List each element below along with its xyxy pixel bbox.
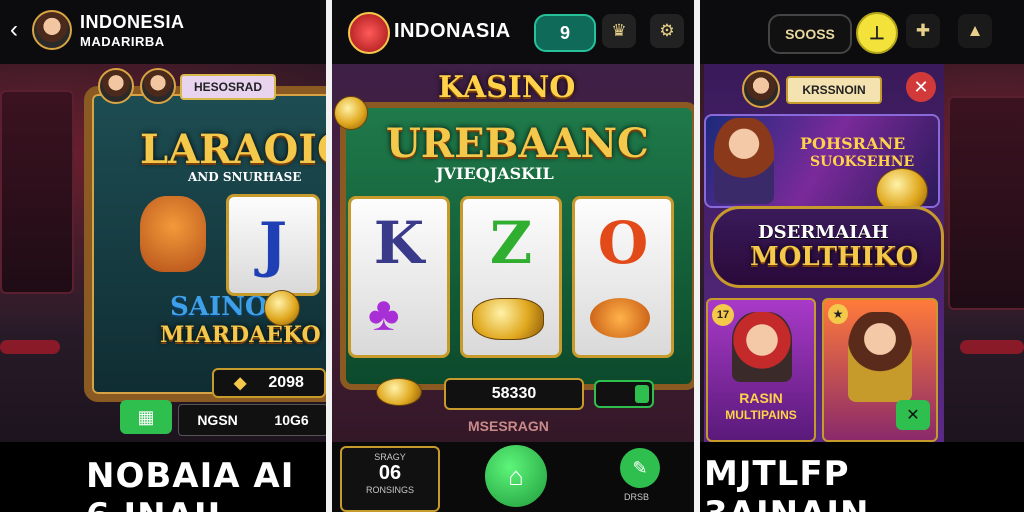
left-bottom-bar: NOBAIA AI 6 INAIL [0, 442, 326, 512]
building-icon: ▦ [137, 406, 155, 427]
coin-icon [376, 378, 422, 406]
up-arrow-icon[interactable]: ▲ [958, 14, 992, 48]
bar-stool [960, 340, 1024, 354]
card-line-2: MULTIPAINS [725, 408, 797, 422]
game-title: KASINO [438, 70, 576, 105]
player-avatar-2[interactable] [140, 68, 176, 104]
bar-stool [0, 340, 60, 354]
balance-value: 2098 [268, 374, 304, 391]
chip-icon: ◆ [234, 375, 247, 392]
back-chevron-icon[interactable]: ‹ [10, 16, 18, 44]
left-top-bar: ‹ INDONESIA MADARIRBA [0, 0, 326, 64]
nav-label: NGSN [197, 412, 238, 428]
promo-line-1: POHSRANE [800, 134, 906, 153]
banner-subtitle: JVIEQJASKIL [436, 164, 554, 183]
chat-icon: ✎ [632, 457, 648, 478]
center-top-bar: INDONASIA 9 ♛ ⚙ [332, 0, 694, 64]
stats-box: SRAGY 06 RONSINGS [340, 446, 440, 512]
puzzle-icon[interactable]: ✚ [906, 14, 940, 48]
close-icon[interactable]: ✕ [906, 72, 936, 102]
logo-line-1: SAINO [170, 292, 268, 322]
arcade-cabinet [948, 96, 1024, 310]
stat-top-label: SRAGY [374, 452, 406, 462]
bottom-caption: NOBAIA AI 6 INAIL [86, 456, 295, 512]
right-button-label: DRSB [624, 492, 650, 502]
counter-value: 9 [559, 22, 570, 43]
chat-button[interactable]: ✎ [620, 448, 660, 488]
reel-symbol: J [226, 194, 320, 296]
main-title-1: DSERMAIAH [758, 222, 889, 243]
right-bottom-bar: MJTLFP 3AINAIN [700, 442, 1024, 512]
balance-display: ◆ 2098 [212, 368, 326, 398]
card-line-1: RASIN [739, 390, 783, 406]
banner-title: UREBAANC [386, 120, 649, 167]
star-badge-icon: ★ [828, 304, 848, 324]
app-title: INDONESIA [80, 12, 185, 32]
player-card-1[interactable]: 17 RASIN MULTIPAINS [706, 298, 816, 442]
chip-stack-icon [472, 298, 544, 340]
gear-icon[interactable]: ⚙ [650, 14, 684, 48]
trophy-icon[interactable]: ♛ [602, 14, 636, 48]
coin-icon [264, 290, 300, 326]
stat-value: 06 [378, 462, 402, 484]
balance-display: 58330 [444, 378, 584, 410]
home-button[interactable]: ⌂ [482, 442, 550, 510]
left-screen: ‹ INDONESIA MADARIRBA HESOSRAD LARAOIC A… [0, 0, 326, 512]
host-portrait-icon [714, 118, 774, 204]
score-display: SOOSS [768, 14, 852, 54]
bottom-caption: MJTLFP 3AINAIN [704, 454, 869, 512]
share-button[interactable]: ✕ [896, 400, 930, 430]
center-screen: INDONASIA 9 ♛ ⚙ KASINO UREBAANC JVIEQJAS… [332, 0, 694, 512]
level-icon: ⊥ [869, 22, 885, 43]
home-icon: ⌂ [508, 460, 524, 491]
app-subtitle: MADARIRBA [80, 34, 165, 49]
player-card-2[interactable]: ★ ✕ [822, 298, 938, 442]
player-portrait-icon [732, 312, 792, 382]
center-bottom-bar: SRAGY 06 RONSINGS ⌂ ✎ DRSB [332, 442, 694, 512]
clover-icon: ♣ [368, 288, 400, 341]
game-subtitle: AND SNURHASE [188, 170, 302, 184]
level-button[interactable]: ⊥ [856, 12, 898, 54]
game-title: LARAOIC [140, 126, 326, 173]
card-badge: 17 [712, 304, 734, 326]
counter-badge[interactable]: 9 [534, 14, 596, 52]
brand-label: INDONASIA [394, 20, 511, 42]
bear-mascot-icon [140, 196, 206, 272]
score-value: SOOSS [785, 26, 835, 42]
avatar[interactable] [32, 10, 72, 50]
home-button[interactable]: ▦ [120, 400, 172, 434]
nav-value: 10G6 [274, 412, 309, 428]
player-avatar-1[interactable] [98, 68, 134, 104]
stat-bottom-label: RONSINGS [365, 485, 414, 495]
brand-logo-icon [348, 12, 390, 54]
user-avatar[interactable] [742, 70, 780, 108]
toggle-knob [635, 385, 649, 403]
player-portrait-icon [848, 312, 912, 402]
right-screen: SOOSS ⊥ ✚ ▲ KRSSNOIN ✕ POHSRANE SUOKSEHN… [700, 0, 1024, 512]
nav-bar[interactable]: NGSN 10G6 [178, 404, 326, 436]
toggle-switch[interactable] [594, 380, 654, 408]
tag-label: HESOSRAD [180, 74, 276, 100]
fruit-icon [590, 298, 650, 338]
tag-label: KRSSNOIN [786, 76, 882, 104]
message-label: MSESRAGN [468, 418, 549, 434]
logo-line-2: MIARDAEKO [160, 322, 321, 348]
arcade-cabinet [0, 90, 74, 294]
main-title-2: MOLTHIKO [750, 242, 919, 272]
coin-icon [334, 96, 368, 130]
right-top-bar: SOOSS ⊥ ✚ ▲ [700, 0, 1024, 64]
